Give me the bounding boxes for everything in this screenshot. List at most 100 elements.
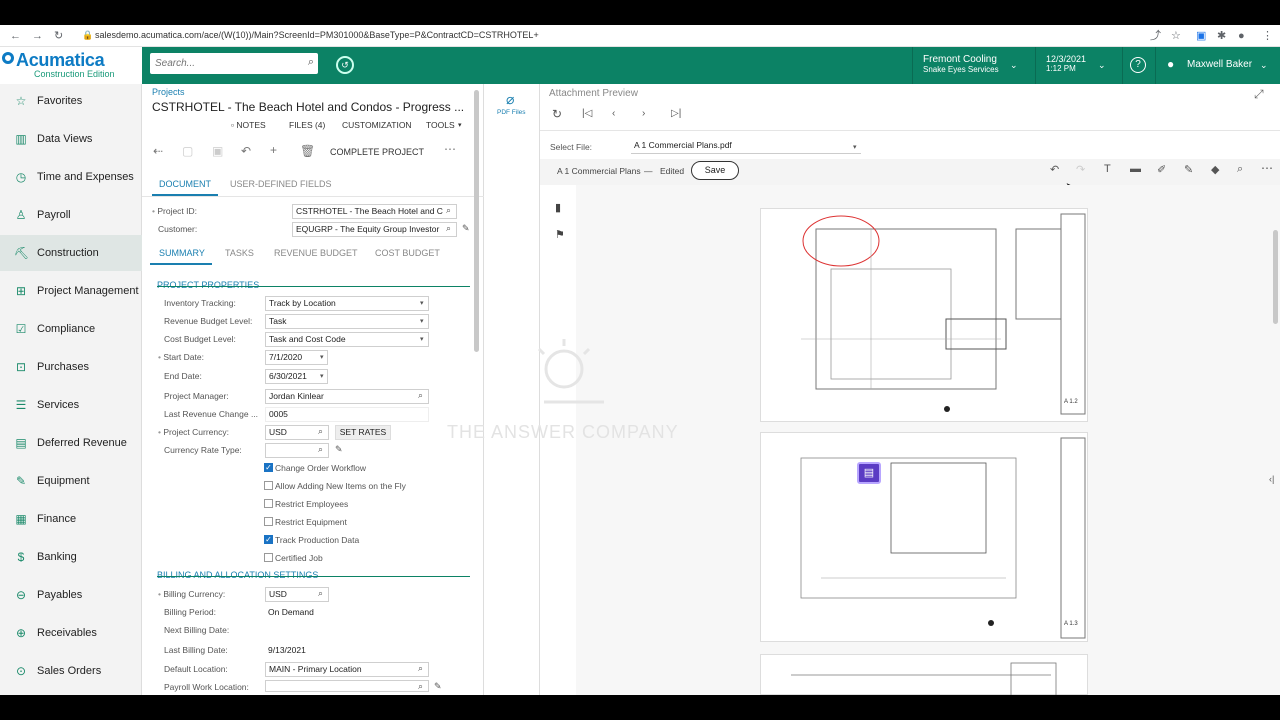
pen-icon[interactable]: ✎ <box>1184 163 1193 176</box>
puzzle-icon[interactable]: ✱ <box>1217 29 1226 43</box>
tab-summary[interactable]: SUMMARY <box>159 248 205 258</box>
delete-icon[interactable]: 🗑 <box>300 144 315 158</box>
back-arrow-icon[interactable]: ⇠ <box>153 144 163 158</box>
forward-icon[interactable]: → <box>32 29 43 43</box>
save-button[interactable]: Save <box>691 161 739 180</box>
sidebar-item-compliance[interactable]: ☑ Compliance <box>0 311 142 347</box>
customer-field[interactable]: EQUGRP - The Equity Group Investor <box>292 222 457 237</box>
change-order-workflow-checkbox[interactable]: ✓ <box>264 463 273 472</box>
collapse-panel-icon[interactable]: ‹| <box>1269 474 1274 484</box>
tab-tasks[interactable]: TASKS <box>225 248 254 258</box>
tab-document[interactable]: DOCUMENT <box>159 179 211 189</box>
sidebar-item-payables[interactable]: ⊖ Payables <box>0 577 142 613</box>
form-scrollbar[interactable] <box>474 90 479 352</box>
breadcrumb[interactable]: Projects <box>152 87 185 97</box>
sidebar-item-purchases[interactable]: ⊡ Purchases <box>0 349 142 385</box>
more-options-icon[interactable]: ⋯ <box>444 142 456 156</box>
customer-edit-icon[interactable]: ✎ <box>462 223 470 234</box>
browser-menu-icon[interactable]: ⋮ <box>1262 29 1273 43</box>
restrict-employees-checkbox[interactable] <box>264 499 273 508</box>
bookmark-icon[interactable]: ⚑ <box>555 228 565 241</box>
bookmark-star-icon[interactable]: ☆ <box>1171 29 1181 43</box>
payroll-location-search-icon[interactable]: ⌕ <box>418 681 423 692</box>
cost-budget-level-select[interactable]: Task and Cost Code <box>265 332 429 347</box>
default-location-field[interactable]: MAIN - Primary Location <box>265 662 429 677</box>
notes-link[interactable]: ▫ NOTES <box>231 120 266 130</box>
sidebar-item-receivables[interactable]: ⊕ Receivables <box>0 615 142 651</box>
default-location-search-icon[interactable]: ⌕ <box>418 663 423 674</box>
company-chevron-down-icon[interactable]: ⌄ <box>1010 60 1018 71</box>
inventory-tracking-select[interactable]: Track by Location <box>265 296 429 311</box>
sidebar-item-banking[interactable]: $ Banking <box>0 539 142 575</box>
tab-revenue-budget[interactable]: REVENUE BUDGET <box>274 248 358 258</box>
eraser-icon[interactable]: ◆ <box>1211 163 1219 176</box>
zoom-search-icon[interactable]: ⌕ <box>1237 163 1243 176</box>
set-rates-button[interactable]: SET RATES <box>335 425 391 440</box>
sidebar-item-equipment[interactable]: ✎ Equipment <box>0 463 142 499</box>
user-name[interactable]: Maxwell Baker <box>1187 59 1252 70</box>
thumbnail-icon[interactable]: ▮ <box>555 201 561 214</box>
sidebar-item-sales-orders[interactable]: ⊙ Sales Orders <box>0 653 142 689</box>
profile-avatar-icon[interactable]: ● <box>1238 29 1245 43</box>
customer-search-icon[interactable]: ⌕ <box>446 223 451 234</box>
tab-user-defined-fields[interactable]: USER-DEFINED FIELDS <box>230 179 332 189</box>
address-bar[interactable]: salesdemo.acumatica.com/ace/(W(10))/Main… <box>95 30 539 40</box>
more-icon[interactable]: ⋯ <box>1261 161 1273 175</box>
first-page-icon[interactable]: |◁ <box>582 108 592 119</box>
tools-chevron-down-icon[interactable]: ▾ <box>458 121 462 129</box>
sidebar-item-construction[interactable]: ⛏ Construction <box>0 235 142 271</box>
customization-link[interactable]: CUSTOMIZATION <box>342 120 412 130</box>
calendar-chevron-icon[interactable]: ▾ <box>320 353 324 361</box>
start-date-field[interactable]: 7/1/2020 <box>265 350 328 365</box>
highlight-icon[interactable]: ✐ <box>1157 163 1166 176</box>
history-icon[interactable]: ↺ <box>336 56 354 74</box>
calendar-chevron-icon[interactable]: ▾ <box>320 372 324 380</box>
extension-icon[interactable]: ▣ <box>1196 29 1206 43</box>
payroll-work-location-field[interactable] <box>265 680 429 692</box>
comment-icon[interactable]: ▬ <box>1130 163 1141 175</box>
sidebar-item-services[interactable]: ☰ Services <box>0 387 142 423</box>
logo[interactable]: Acumatica Construction Edition <box>0 47 142 84</box>
back-icon[interactable]: ← <box>10 29 21 43</box>
chevron-down-icon[interactable]: ▾ <box>853 143 857 151</box>
search-icon[interactable]: ⌕ <box>308 56 314 69</box>
restrict-equipment-checkbox[interactable] <box>264 517 273 526</box>
search-input[interactable] <box>150 53 290 74</box>
chevron-down-icon[interactable]: ▾ <box>420 335 424 343</box>
reload-icon[interactable]: ↻ <box>54 29 63 43</box>
sidebar-item-payroll[interactable]: ♙ Payroll <box>0 197 142 233</box>
rate-type-search-icon[interactable]: ⌕ <box>318 444 323 455</box>
refresh-icon[interactable]: ↻ <box>552 107 562 121</box>
paperclip-icon[interactable]: ⌀ <box>506 91 514 108</box>
select-file-dropdown[interactable]: A 1 Commercial Plans.pdf <box>631 139 861 154</box>
tab-cost-budget[interactable]: COST BUDGET <box>375 248 440 258</box>
project-id-search-icon[interactable]: ⌕ <box>446 205 451 216</box>
sidebar-item-favorites[interactable]: ☆ Favorites <box>0 83 142 119</box>
chevron-down-icon[interactable]: ▾ <box>420 317 424 325</box>
save-close-icon[interactable]: ▣ <box>212 144 223 158</box>
tools-link[interactable]: TOOLS <box>426 120 455 130</box>
currency-search-icon[interactable]: ⌕ <box>318 426 323 437</box>
text-tool-icon[interactable]: T <box>1104 163 1111 175</box>
add-icon[interactable]: + <box>270 143 277 157</box>
share-icon[interactable]: ⤴ <box>1150 29 1161 43</box>
chevron-down-icon[interactable]: ▾ <box>420 299 424 307</box>
complete-project-button[interactable]: COMPLETE PROJECT <box>330 147 424 157</box>
certified-job-checkbox[interactable] <box>264 553 273 562</box>
allow-new-items-checkbox[interactable] <box>264 481 273 490</box>
end-date-field[interactable]: 6/30/2021 <box>265 369 328 384</box>
user-chevron-down-icon[interactable]: ⌄ <box>1260 60 1268 71</box>
project-manager-search-icon[interactable]: ⌕ <box>418 390 423 401</box>
company-selector[interactable]: Fremont Cooling Snake Eyes Services <box>923 54 999 74</box>
save-icon[interactable]: ▢ <box>182 144 193 158</box>
expand-icon[interactable]: ⤢ <box>1254 87 1264 102</box>
sidebar-item-deferred-revenue[interactable]: ▤ Deferred Revenue <box>0 425 142 461</box>
date-chevron-down-icon[interactable]: ⌄ <box>1098 60 1106 71</box>
search-box[interactable]: ⌕ <box>150 53 318 74</box>
help-icon[interactable]: ? <box>1130 57 1146 73</box>
prev-page-icon[interactable]: ‹ <box>612 108 615 119</box>
next-page-icon[interactable]: › <box>642 108 645 119</box>
billing-currency-search-icon[interactable]: ⌕ <box>318 588 323 599</box>
rate-type-edit-icon[interactable]: ✎ <box>335 444 343 455</box>
preview-scrollbar[interactable] <box>1273 230 1278 324</box>
